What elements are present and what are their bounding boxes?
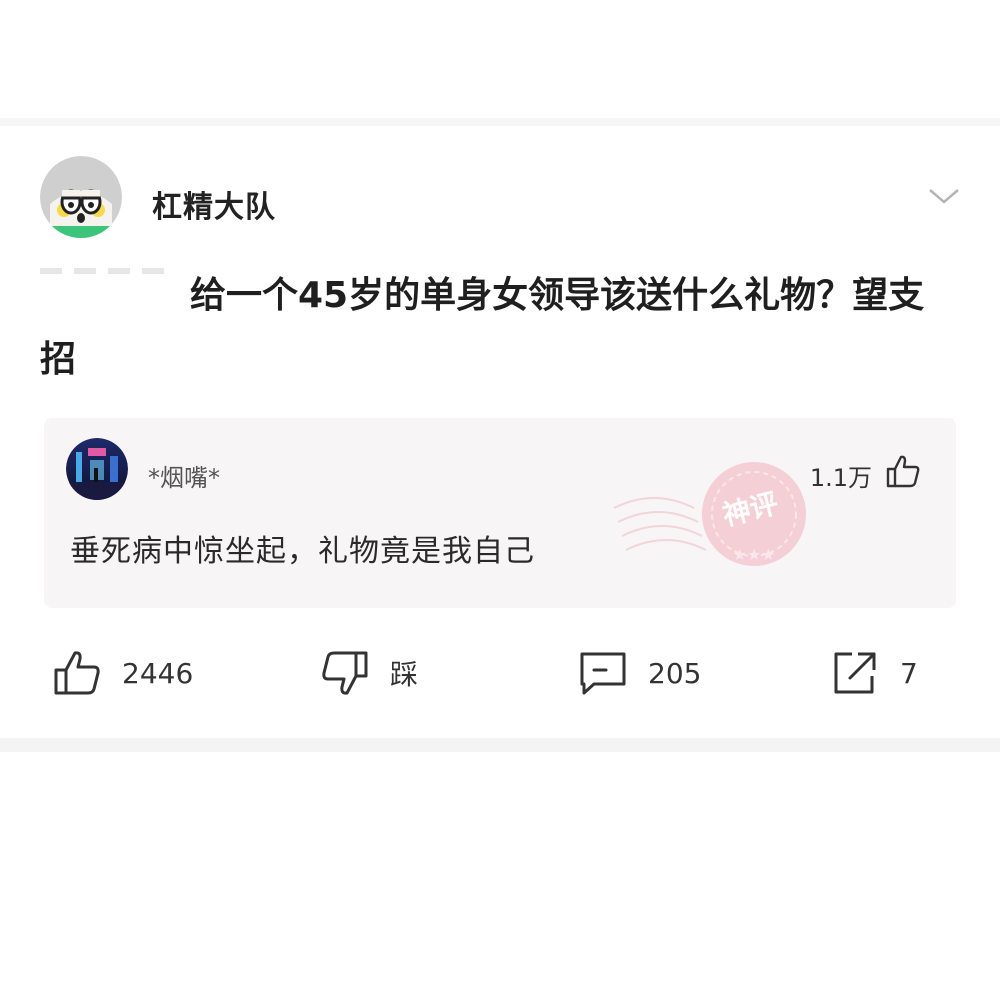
night-scene-avatar-icon (66, 438, 128, 500)
thumbs-down-icon (322, 651, 368, 695)
share-button[interactable]: 7 (828, 646, 918, 700)
comment-like-button[interactable] (884, 452, 922, 490)
comment-author-name[interactable]: *烟嘴* (148, 458, 220, 493)
best-comment-stamp: ★★★ 神评 (604, 448, 834, 578)
cartoon-face-avatar-icon (40, 156, 122, 238)
author-avatar[interactable] (40, 156, 122, 238)
thumbs-up-icon (54, 651, 100, 695)
dislike-label: 踩 (390, 658, 419, 691)
like-count: 2446 (122, 656, 194, 690)
section-divider-top (0, 118, 1000, 126)
comment-bubble-icon (580, 652, 626, 695)
dislike-button[interactable]: 踩 (318, 646, 418, 700)
comment-like-count: 1.1万 (809, 464, 872, 492)
section-divider-bottom (0, 738, 1000, 752)
comment-count: 205 (648, 656, 702, 690)
post-title[interactable]: 给一个45岁的单身女领导该送什么礼物？望支招 (40, 264, 940, 392)
thumbs-up-icon (886, 455, 920, 488)
top-gap (0, 0, 1000, 118)
comment-text[interactable]: 垂死病中惊坐起，礼物竟是我自己 (70, 526, 535, 570)
hot-comment-card[interactable]: *烟嘴* ★★★ 神评 1.1万 垂死病中惊坐起，礼物竟是我自己 (44, 418, 956, 608)
chevron-down-icon (929, 189, 959, 204)
share-count: 7 (900, 656, 918, 690)
share-icon (834, 652, 876, 694)
more-options-button[interactable] (926, 184, 962, 208)
comment-button[interactable]: 205 (576, 646, 701, 700)
author-name[interactable]: 杠精大队 (152, 182, 276, 226)
comment-author-avatar[interactable] (66, 438, 128, 500)
svg-text:★★★: ★★★ (732, 545, 775, 564)
like-button[interactable]: 2446 (50, 646, 193, 700)
post-card[interactable]: 杠精大队 给一个45岁的单身女领导该送什么礼物？望支招 *烟嘴* ★★★ 神评 … (0, 126, 1000, 738)
